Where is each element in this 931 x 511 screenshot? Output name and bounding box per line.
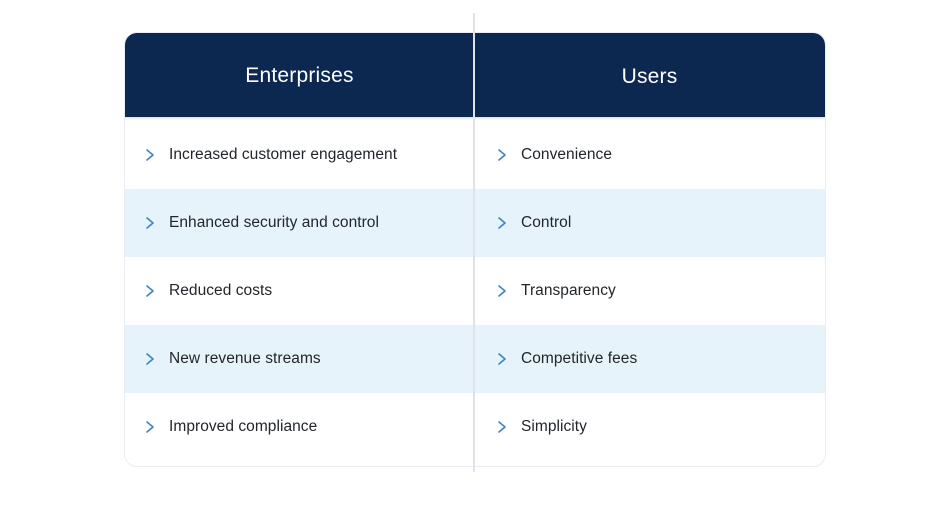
table-body: Increased customer engagement Convenienc… [125, 121, 825, 461]
cell-enterprises: Increased customer engagement [125, 121, 474, 189]
list-item-label: Competitive fees [521, 350, 638, 368]
chevron-right-icon [496, 283, 509, 299]
chevron-right-icon [496, 351, 509, 367]
chevron-right-icon [144, 215, 157, 231]
table-row: Increased customer engagement Convenienc… [125, 121, 825, 189]
list-item-label: Simplicity [521, 418, 587, 436]
cell-enterprises: Enhanced security and control [125, 189, 474, 257]
chevron-right-icon [496, 419, 509, 435]
table-row: Enhanced security and control Control [125, 189, 825, 257]
table-header-row: Enterprises Users [125, 33, 825, 117]
cell-users: Transparency [474, 257, 825, 325]
cell-enterprises: Reduced costs [125, 257, 474, 325]
list-item-label: Reduced costs [169, 282, 273, 300]
chevron-right-icon [144, 351, 157, 367]
column-header-users: Users [474, 33, 825, 117]
column-header-label: Users [621, 64, 678, 88]
column-header-enterprises: Enterprises [125, 33, 474, 117]
cell-users: Competitive fees [474, 325, 825, 393]
list-item-label: Transparency [521, 282, 616, 300]
list-item-label: Increased customer engagement [169, 146, 398, 164]
cell-enterprises: Improved compliance [125, 393, 474, 461]
list-item-label: Enhanced security and control [169, 214, 379, 232]
comparison-table-card: Enterprises Users Increased customer eng… [124, 32, 826, 467]
chevron-right-icon [496, 147, 509, 163]
table-row: New revenue streams Competitive fees [125, 325, 825, 393]
table-row: Improved compliance Simplicity [125, 393, 825, 461]
cell-users: Convenience [474, 121, 825, 189]
chevron-right-icon [144, 283, 157, 299]
chevron-right-icon [144, 147, 157, 163]
cell-users: Control [474, 189, 825, 257]
table-row: Reduced costs Transparency [125, 257, 825, 325]
list-item-label: Convenience [521, 146, 613, 164]
cell-users: Simplicity [474, 393, 825, 461]
column-header-label: Enterprises [245, 63, 354, 87]
list-item-label: New revenue streams [169, 350, 321, 368]
cell-enterprises: New revenue streams [125, 325, 474, 393]
list-item-label: Control [521, 214, 572, 232]
comparison-table-page: Enterprises Users Increased customer eng… [0, 0, 931, 511]
chevron-right-icon [496, 215, 509, 231]
list-item-label: Improved compliance [169, 418, 318, 436]
chevron-right-icon [144, 419, 157, 435]
